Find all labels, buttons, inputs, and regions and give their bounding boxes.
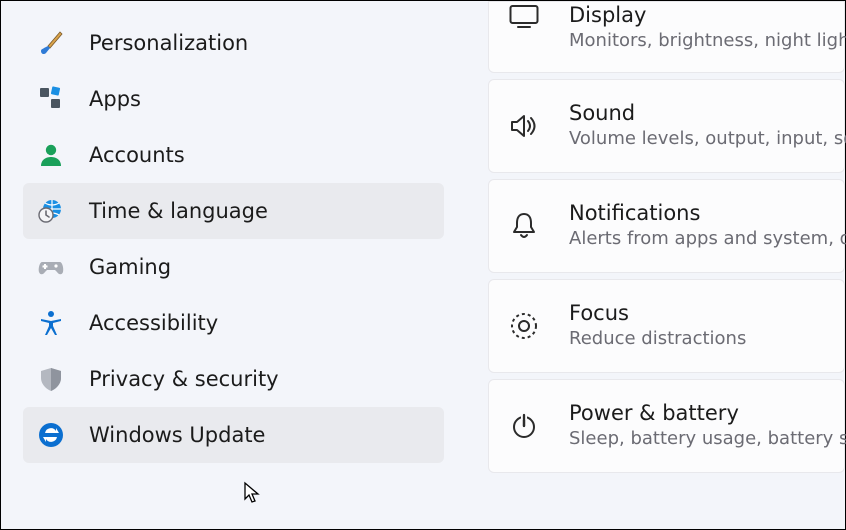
sidebar-item-windows-update[interactable]: Windows Update [23, 407, 444, 463]
sidebar-item-accessibility[interactable]: Accessibility [23, 295, 444, 351]
sidebar-item-label: Accessibility [89, 311, 218, 335]
card-title: Sound [569, 100, 846, 127]
sidebar-item-label: Time & language [89, 199, 268, 223]
settings-sidebar: Personalization Apps Accounts Time & lan… [1, 1, 466, 477]
sidebar-item-label: Personalization [89, 31, 248, 55]
sidebar-item-personalization[interactable]: Personalization [23, 15, 444, 71]
sidebar-item-time-language[interactable]: Time & language [23, 183, 444, 239]
card-text: Sound Volume levels, output, input, sour [569, 100, 846, 152]
mouse-cursor-icon [243, 481, 263, 505]
sidebar-item-accounts[interactable]: Accounts [23, 127, 444, 183]
sidebar-item-gaming[interactable]: Gaming [23, 239, 444, 295]
card-subtitle: Monitors, brightness, night light, [569, 29, 846, 53]
gamepad-icon [37, 253, 65, 281]
sidebar-item-label: Accounts [89, 143, 185, 167]
card-focus[interactable]: Focus Reduce distractions [488, 279, 845, 373]
settings-main-list: Display Monitors, brightness, night ligh… [488, 1, 845, 479]
paintbrush-icon [37, 29, 65, 57]
monitor-icon [509, 2, 539, 32]
speaker-icon [509, 111, 539, 141]
card-title: Display [569, 2, 846, 29]
card-power-battery[interactable]: Power & battery Sleep, battery usage, ba… [488, 379, 845, 473]
card-sound[interactable]: Sound Volume levels, output, input, sour [488, 79, 845, 173]
shield-icon [37, 365, 65, 393]
card-subtitle: Alerts from apps and system, do n [569, 227, 846, 251]
update-sync-icon [37, 421, 65, 449]
power-icon [509, 411, 539, 441]
sidebar-item-label: Gaming [89, 255, 171, 279]
card-text: Power & battery Sleep, battery usage, ba… [569, 400, 846, 452]
card-subtitle: Volume levels, output, input, sour [569, 127, 846, 151]
card-text: Display Monitors, brightness, night ligh… [569, 2, 846, 54]
person-icon [37, 141, 65, 169]
card-text: Notifications Alerts from apps and syste… [569, 200, 846, 252]
card-subtitle: Reduce distractions [569, 327, 746, 351]
card-display[interactable]: Display Monitors, brightness, night ligh… [488, 1, 845, 73]
card-text: Focus Reduce distractions [569, 300, 746, 352]
card-subtitle: Sleep, battery usage, battery save [569, 427, 846, 451]
card-title: Notifications [569, 200, 846, 227]
sidebar-item-apps[interactable]: Apps [23, 71, 444, 127]
accessibility-icon [37, 309, 65, 337]
card-title: Power & battery [569, 400, 846, 427]
focus-target-icon [509, 311, 539, 341]
sidebar-item-label: Apps [89, 87, 141, 111]
globe-clock-icon [37, 197, 65, 225]
apps-icon [37, 85, 65, 113]
sidebar-item-privacy[interactable]: Privacy & security [23, 351, 444, 407]
sidebar-item-label: Windows Update [89, 423, 265, 447]
card-title: Focus [569, 300, 746, 327]
bell-icon [509, 211, 539, 241]
sidebar-item-label: Privacy & security [89, 367, 279, 391]
card-notifications[interactable]: Notifications Alerts from apps and syste… [488, 179, 845, 273]
